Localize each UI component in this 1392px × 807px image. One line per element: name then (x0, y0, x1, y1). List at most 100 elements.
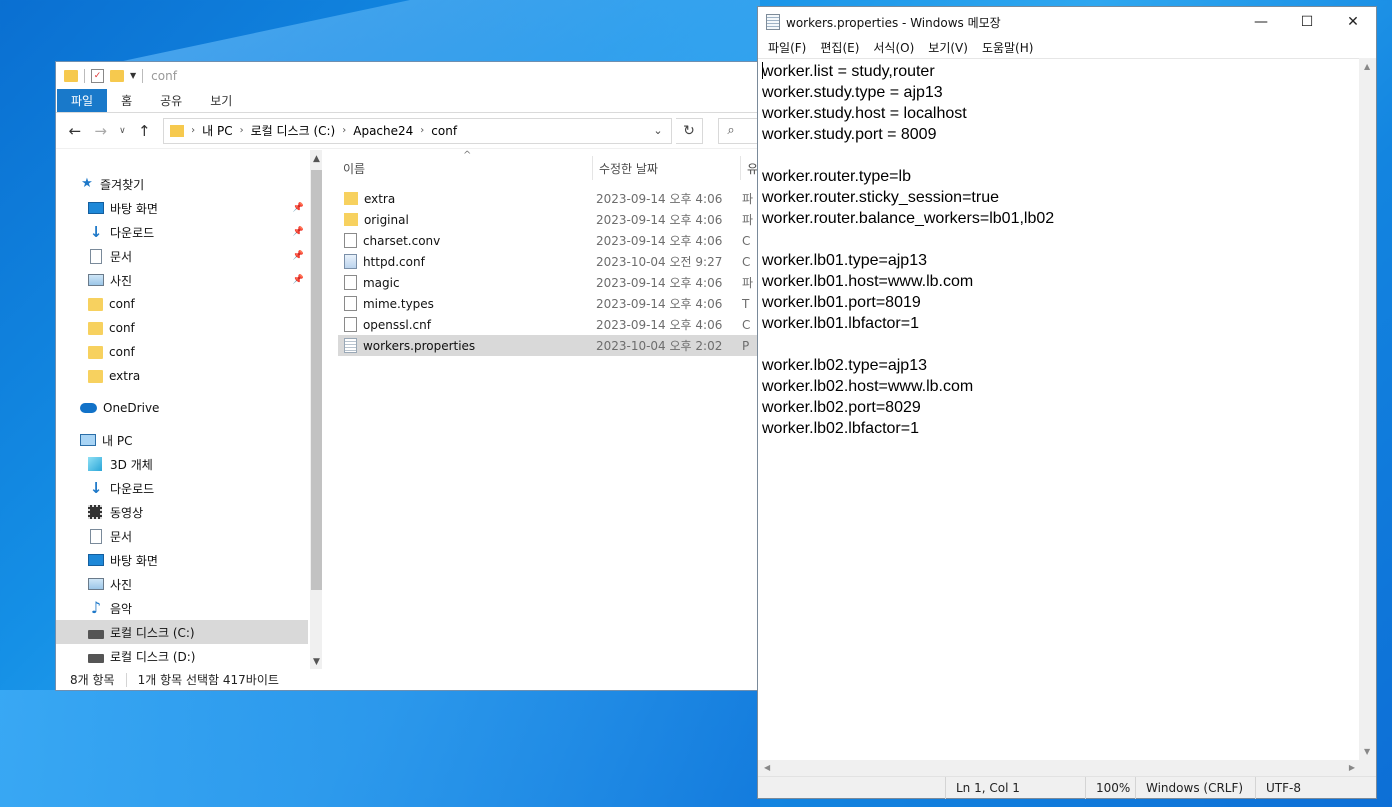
file-type: C (741, 233, 751, 248)
chevron-down-icon[interactable]: ▼ (313, 657, 320, 667)
menu-format[interactable]: 서식(O) (866, 39, 921, 56)
nav-item[interactable]: 3D 개체 (56, 452, 308, 476)
chevron-right-icon[interactable]: › (240, 125, 244, 136)
search-input[interactable]: ⌕ (718, 117, 758, 144)
nav-item[interactable]: 로컬 디스크 (D:) (56, 644, 308, 668)
scrollbar-thumb[interactable] (311, 170, 322, 590)
forward-icon[interactable]: → (90, 122, 112, 140)
back-icon[interactable]: ← (64, 122, 86, 140)
maximize-icon[interactable]: ☐ (1284, 7, 1330, 37)
text-editor[interactable]: worker.list = study,router worker.study.t… (758, 58, 1361, 760)
file-row[interactable]: original 2023-09-14 오후 4:06 파 (338, 209, 758, 230)
nav-item[interactable]: extra (56, 364, 308, 388)
navigation-scrollbar[interactable]: ▲ ▼ (310, 150, 322, 669)
tab-file[interactable]: 파일 (57, 89, 108, 112)
nav-item[interactable]: 로컬 디스크 (C:) (56, 620, 308, 644)
tab-view[interactable]: 보기 (196, 89, 246, 112)
horizontal-scrollbar[interactable]: ◀ ▶ (758, 760, 1361, 777)
chevron-up-icon[interactable]: ▲ (313, 154, 320, 164)
nav-item[interactable]: conf (56, 316, 308, 340)
download-icon: ↓ (89, 479, 103, 497)
breadcrumb-item[interactable]: Apache24 (353, 124, 413, 138)
text-line-content: worker.list = study,router (762, 63, 935, 80)
file-row[interactable]: mime.types 2023-09-14 오후 4:06 T (338, 293, 758, 314)
file-row[interactable]: openssl.cnf 2023-09-14 오후 4:06 C (338, 314, 758, 335)
file-row[interactable]: extra 2023-09-14 오후 4:06 파 (338, 188, 758, 209)
nav-item[interactable]: ★ 즐겨찾기 (56, 172, 308, 196)
pin-icon[interactable]: 📌 (293, 203, 304, 213)
file-type: C (741, 254, 751, 269)
file-date: 2023-09-14 오후 4:06 (595, 276, 723, 290)
file-row[interactable]: magic 2023-09-14 오후 4:06 파 (338, 272, 758, 293)
column-header-date[interactable]: 수정한 날짜 (593, 156, 741, 180)
refresh-icon[interactable]: ↻ (675, 117, 704, 144)
explorer-titlebar[interactable]: ✓ ▼ conf (56, 62, 758, 89)
nav-item[interactable]: 내 PC (56, 428, 308, 452)
file-name: workers.properties (362, 338, 476, 353)
nav-item[interactable]: 사진 📌 (56, 268, 308, 292)
file-row[interactable]: httpd.conf 2023-10-04 오전 9:27 C (338, 251, 758, 272)
minimize-icon[interactable]: — (1238, 7, 1284, 37)
breadcrumb-item[interactable]: conf (431, 124, 457, 138)
nav-item[interactable]: conf (56, 292, 308, 316)
nav-item[interactable]: ↓ 다운로드 📌 (56, 220, 308, 244)
chevron-right-icon[interactable]: › (420, 125, 424, 136)
recent-locations-icon[interactable]: ∨ (116, 126, 130, 136)
chevron-down-icon[interactable]: ▼ (130, 71, 136, 80)
nav-item[interactable]: 사진 (56, 572, 308, 596)
nav-item[interactable]: 동영상 (56, 500, 308, 524)
up-arrow-icon[interactable]: ↑ (133, 122, 155, 140)
window-controls: — ☐ ✕ (1238, 7, 1376, 37)
notepad-window[interactable]: workers.properties - Windows 메모장 — ☐ ✕ 파… (757, 6, 1377, 799)
pin-icon[interactable]: 📌 (293, 275, 304, 285)
text-line-content: worker.router.balance_workers=lb01,lb02 (762, 210, 1055, 227)
tab-share[interactable]: 공유 (146, 89, 196, 112)
chevron-down-icon[interactable]: ⌄ (653, 124, 662, 137)
chevron-down-icon[interactable]: ▼ (1364, 747, 1370, 756)
file-explorer-window[interactable]: ✓ ▼ conf 파일 홈 공유 보기 ← → ∨ ↑ › 내 PC › 로컬 … (55, 61, 759, 691)
pc-icon (80, 434, 96, 446)
folder-icon (343, 213, 358, 226)
menu-file[interactable]: 파일(F) (761, 39, 813, 56)
vertical-scrollbar[interactable]: ▲ ▼ (1359, 58, 1376, 760)
file-type: 파 (741, 213, 753, 227)
text-line: worker.study.host = localhost (762, 103, 1361, 124)
chevron-up-icon[interactable]: ▲ (1364, 62, 1370, 71)
notepad-titlebar[interactable]: workers.properties - Windows 메모장 — ☐ ✕ (758, 7, 1376, 37)
chevron-right-icon[interactable]: › (191, 125, 195, 136)
nav-item[interactable]: ♪ 음악 (56, 596, 308, 620)
text-line-content: worker.study.port = 8009 (762, 126, 937, 143)
menu-help[interactable]: 도움말(H) (975, 39, 1041, 56)
pin-icon[interactable]: 📌 (293, 251, 304, 261)
menu-view[interactable]: 보기(V) (921, 39, 975, 56)
file-date: 2023-09-14 오후 4:06 (595, 234, 723, 248)
cursor-position: Ln 1, Col 1 (945, 776, 1085, 799)
menu-edit[interactable]: 편집(E) (813, 39, 866, 56)
chevron-right-icon[interactable]: › (342, 125, 346, 136)
nav-item[interactable]: ↓ 다운로드 (56, 476, 308, 500)
text-line-content: worker.lb01.lbfactor=1 (762, 315, 919, 332)
file-row[interactable]: workers.properties 2023-10-04 오후 2:02 P (337, 335, 758, 356)
chevron-right-icon[interactable]: ▶ (1349, 763, 1355, 772)
chevron-left-icon[interactable]: ◀ (764, 763, 770, 772)
desktop-icon (88, 554, 104, 566)
close-icon[interactable]: ✕ (1330, 7, 1376, 37)
nav-item[interactable]: 문서 (56, 524, 308, 548)
new-folder-icon[interactable] (110, 69, 124, 82)
file-row[interactable]: charset.conv 2023-09-14 오후 4:06 C (338, 230, 758, 251)
pin-icon[interactable]: 📌 (293, 227, 304, 237)
breadcrumb-item[interactable]: 로컬 디스크 (C:) (251, 122, 336, 139)
tab-home[interactable]: 홈 (107, 89, 146, 112)
drive-icon (88, 653, 104, 663)
address-bar[interactable]: › 내 PC › 로컬 디스크 (C:) › Apache24 › conf ⌄ (163, 117, 672, 144)
properties-icon[interactable]: ✓ (91, 68, 104, 83)
nav-item[interactable]: 바탕 화면 📌 (56, 196, 308, 220)
nav-item[interactable]: OneDrive (56, 396, 308, 420)
breadcrumb-item[interactable]: 내 PC (202, 122, 232, 139)
nav-item[interactable]: 문서 📌 (56, 244, 308, 268)
nav-item[interactable]: 바탕 화면 (56, 548, 308, 572)
column-header-type[interactable]: 유 (741, 160, 758, 177)
folder-icon (343, 192, 358, 205)
nav-item[interactable]: conf (56, 340, 308, 364)
text-line-content: worker.study.type = ajp13 (762, 84, 943, 101)
